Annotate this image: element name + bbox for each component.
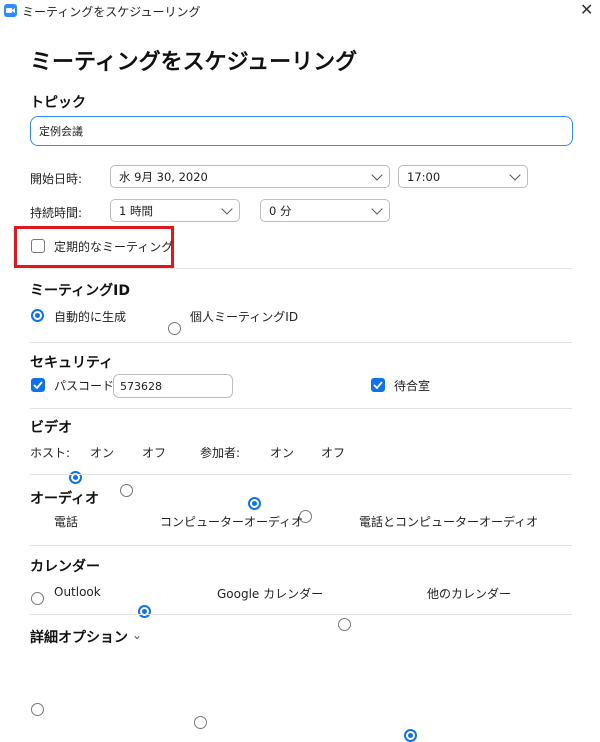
- divider: [30, 474, 572, 475]
- passcode-checkbox[interactable]: [31, 378, 45, 392]
- duration-hours-select[interactable]: 1 時間: [110, 199, 240, 222]
- passcode-label[interactable]: パスコード: [54, 377, 114, 394]
- waiting-room-checkbox[interactable]: [371, 378, 385, 392]
- divider: [30, 545, 572, 546]
- calendar-google-radio[interactable]: [194, 716, 207, 729]
- chevron-down-icon: ⌄: [132, 628, 143, 642]
- start-date-select[interactable]: 水 9月 30, 2020: [110, 165, 390, 188]
- start-date-value: 水 9月 30, 2020: [119, 169, 208, 184]
- topic-value: 定例会議: [39, 125, 83, 138]
- page-title: ミーティングをスケジューリング: [30, 50, 358, 75]
- waiting-room-label[interactable]: 待合室: [394, 377, 430, 394]
- chevron-down-icon: [221, 202, 233, 215]
- window-title: ミーティングをスケジューリング: [22, 5, 201, 19]
- chevron-down-icon: [371, 202, 383, 215]
- calendar-other-radio[interactable]: [404, 729, 417, 742]
- close-icon[interactable]: ✕: [580, 2, 593, 18]
- video-host-label: ホスト:: [30, 446, 71, 460]
- divider: [30, 342, 572, 343]
- check-icon: [373, 381, 383, 389]
- meeting-id-heading: ミーティングID: [30, 283, 130, 299]
- duration-hours-value: 1 時間: [119, 203, 153, 218]
- divider: [30, 268, 572, 269]
- audio-computer-radio[interactable]: [138, 605, 151, 618]
- zoom-app-icon: [4, 4, 17, 17]
- calendar-outlook-label[interactable]: Outlook: [54, 585, 101, 599]
- check-icon: [33, 381, 43, 389]
- meeting-id-personal-label[interactable]: 個人ミーティングID: [190, 308, 298, 325]
- start-time-value: 17:00: [407, 169, 441, 184]
- recurring-label[interactable]: 定期的なミーティング: [54, 238, 173, 255]
- audio-both-radio[interactable]: [338, 618, 351, 631]
- participant-on-label[interactable]: オン: [270, 444, 294, 461]
- security-heading: セキュリティ: [30, 355, 114, 371]
- meeting-id-auto-label[interactable]: 自動的に生成: [54, 308, 126, 325]
- audio-computer-label[interactable]: コンピューターオーディオ: [160, 513, 303, 530]
- start-time-select[interactable]: 17:00: [398, 165, 528, 188]
- recurring-checkbox[interactable]: [31, 239, 45, 253]
- meeting-id-personal-radio[interactable]: [168, 322, 181, 335]
- duration-minutes-value: 0 分: [269, 203, 292, 218]
- advanced-options-toggle[interactable]: 詳細オプション ⌄: [30, 627, 142, 647]
- participant-on-radio[interactable]: [248, 497, 261, 510]
- passcode-input[interactable]: 573628: [113, 374, 233, 398]
- video-participant-label: 参加者:: [200, 446, 241, 460]
- chevron-down-icon: [371, 168, 383, 181]
- audio-phone-radio[interactable]: [31, 592, 44, 605]
- calendar-outlook-radio[interactable]: [31, 703, 44, 716]
- host-on-label[interactable]: オン: [90, 444, 114, 461]
- audio-phone-label[interactable]: 電話: [54, 513, 78, 530]
- duration-label: 持続時間:: [30, 206, 83, 220]
- audio-both-label[interactable]: 電話とコンピューターオーディオ: [359, 513, 538, 530]
- start-label: 開始日時:: [30, 172, 83, 186]
- advanced-options-label: 詳細オプション: [30, 630, 128, 646]
- host-off-label[interactable]: オフ: [142, 444, 166, 461]
- duration-minutes-select[interactable]: 0 分: [260, 199, 390, 222]
- topic-heading: トピック: [30, 95, 86, 111]
- video-heading: ビデオ: [30, 420, 72, 436]
- calendar-google-label[interactable]: Google カレンダー: [217, 585, 323, 602]
- divider: [30, 408, 572, 409]
- audio-heading: オーディオ: [30, 491, 100, 507]
- divider: [30, 614, 572, 615]
- host-on-radio[interactable]: [69, 471, 82, 484]
- passcode-value: 573628: [120, 379, 162, 393]
- chevron-down-icon: [509, 168, 521, 181]
- topic-input[interactable]: 定例会議: [30, 116, 573, 146]
- participant-off-label[interactable]: オフ: [321, 444, 345, 461]
- meeting-id-auto-radio[interactable]: [31, 309, 44, 322]
- calendar-heading: カレンダー: [30, 559, 100, 575]
- calendar-other-label[interactable]: 他のカレンダー: [427, 585, 511, 602]
- host-off-radio[interactable]: [120, 484, 133, 497]
